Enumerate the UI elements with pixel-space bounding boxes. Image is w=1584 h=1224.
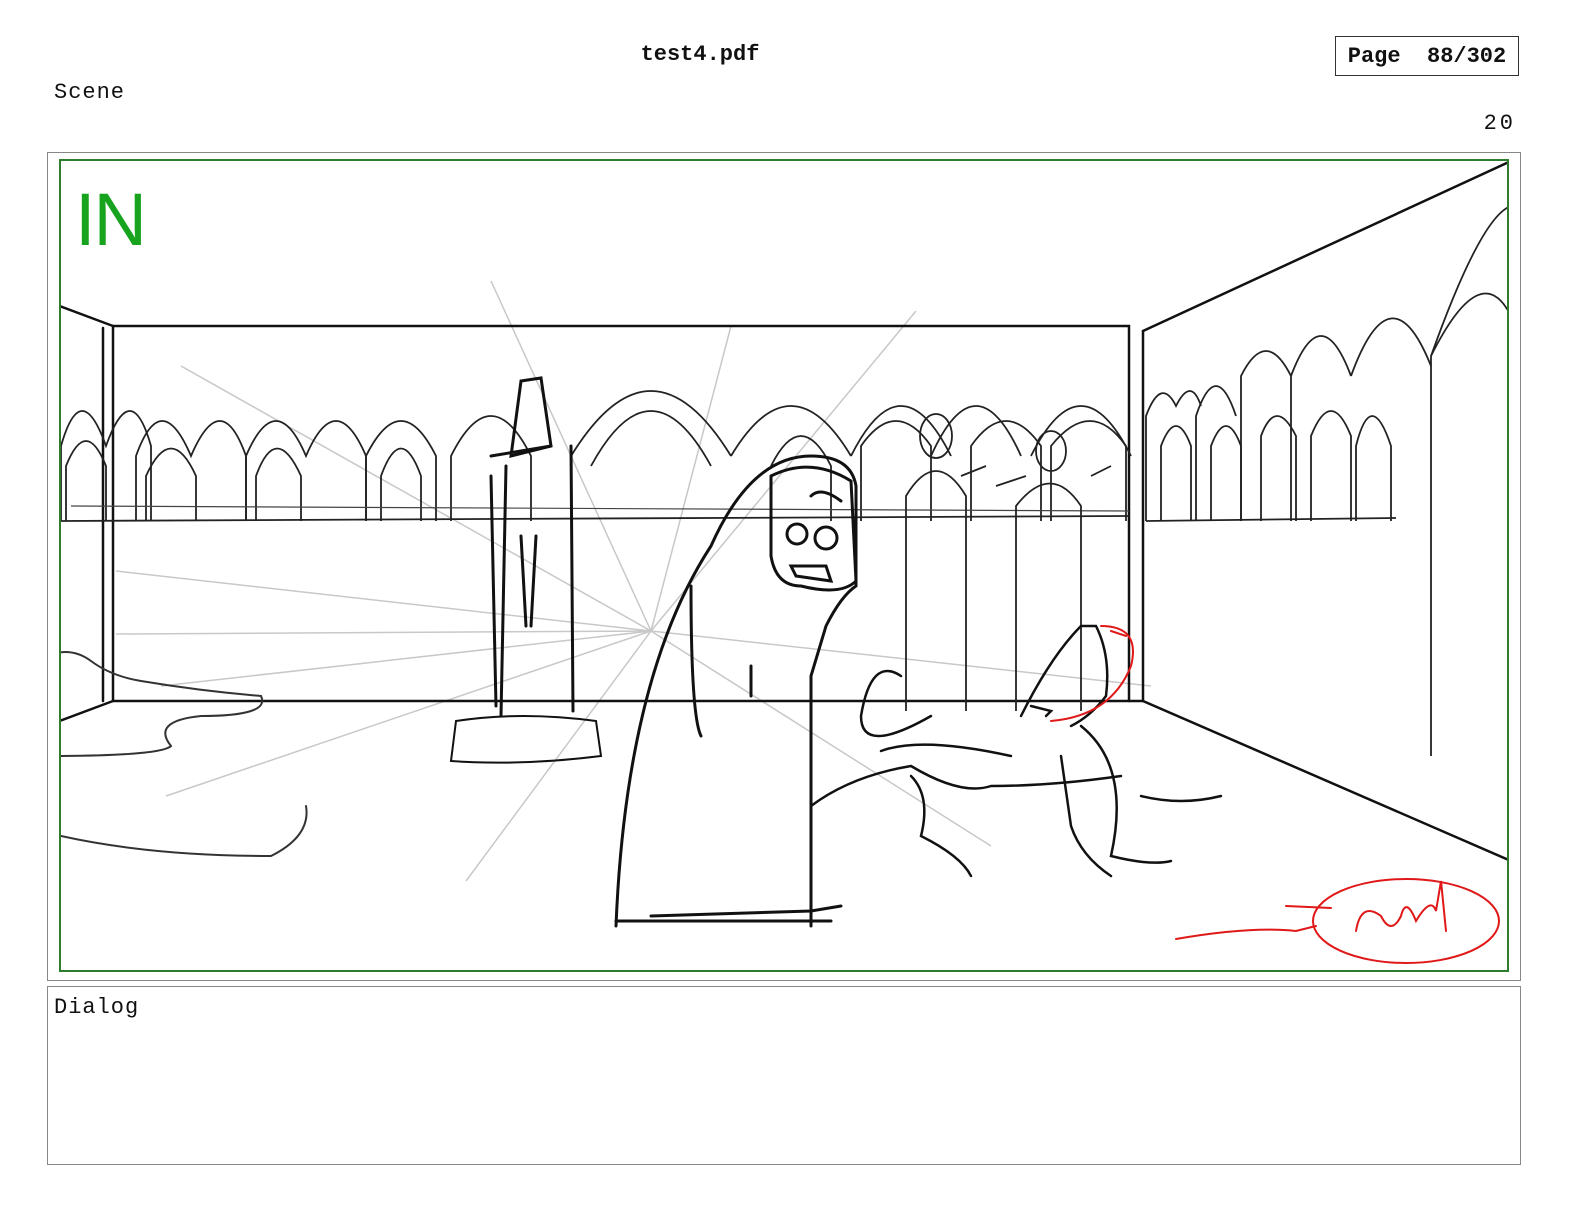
side-arches: [1145, 206, 1507, 756]
scene-number: 20: [1483, 111, 1516, 136]
storyboard-panel: IN: [59, 159, 1509, 972]
background-figures: [905, 413, 1112, 711]
perspective-lines: [115, 280, 1152, 882]
sketch-drawing: [61, 161, 1507, 964]
dialog-label: Dialog: [54, 995, 140, 1020]
statue-pillar: [449, 376, 603, 764]
page-indicator: Page 88/302: [1335, 36, 1519, 76]
shot-tag: IN: [75, 178, 147, 261]
document-title: test4.pdf: [640, 42, 760, 67]
dialog-box[interactable]: Dialog: [47, 986, 1521, 1165]
hooded-figure: [614, 454, 858, 928]
floor-marks: [61, 651, 308, 858]
arches: [61, 390, 1132, 522]
scene-label: Scene: [54, 80, 126, 105]
